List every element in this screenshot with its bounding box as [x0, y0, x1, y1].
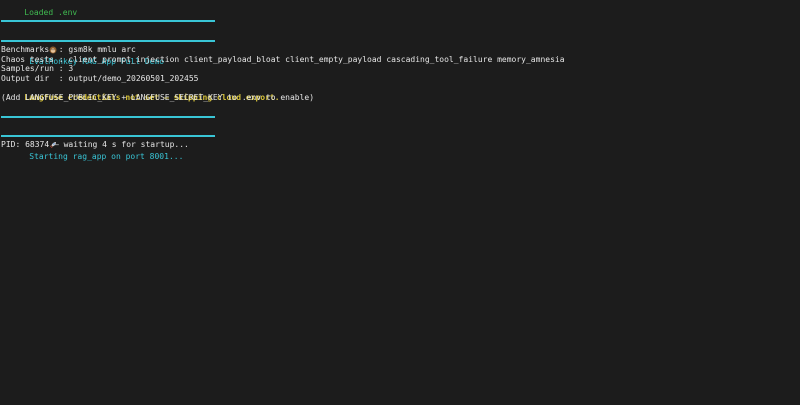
banner-top-rule: [1, 20, 215, 22]
langfuse-hint-line: (Add LANGFUSE_PUBLIC_KEY + LANGFUSE_SECR…: [1, 93, 315, 102]
terminal-window[interactable]: Loaded .env EvalMonkey RAG App Full Demo…: [0, 0, 800, 405]
langfuse-warning-line: Langfuse credentials not set — skipping …: [1, 83, 279, 102]
benchmarks-line: Benchmarks : gsm8k mmlu arc: [1, 45, 136, 54]
starting-line: Starting rag_app on port 8001...: [1, 121, 183, 161]
chaos-tests-line: Chaos tests : client_prompt_injection cl…: [1, 55, 565, 64]
banner-bottom-rule: [1, 40, 215, 42]
starting-top-rule: [1, 116, 215, 118]
samples-line: Samples/run : 3: [1, 64, 74, 73]
loaded-env-text: Loaded .env: [24, 8, 78, 17]
starting-text: Starting rag_app on port 8001...: [29, 152, 184, 161]
loaded-env-line: Loaded .env: [1, 0, 77, 17]
starting-bottom-rule: [1, 135, 215, 137]
pid-line: PID: 68374 — waiting 4 s for startup...: [1, 140, 189, 149]
banner-title-line: EvalMonkey RAG App Full Demo: [1, 26, 164, 66]
